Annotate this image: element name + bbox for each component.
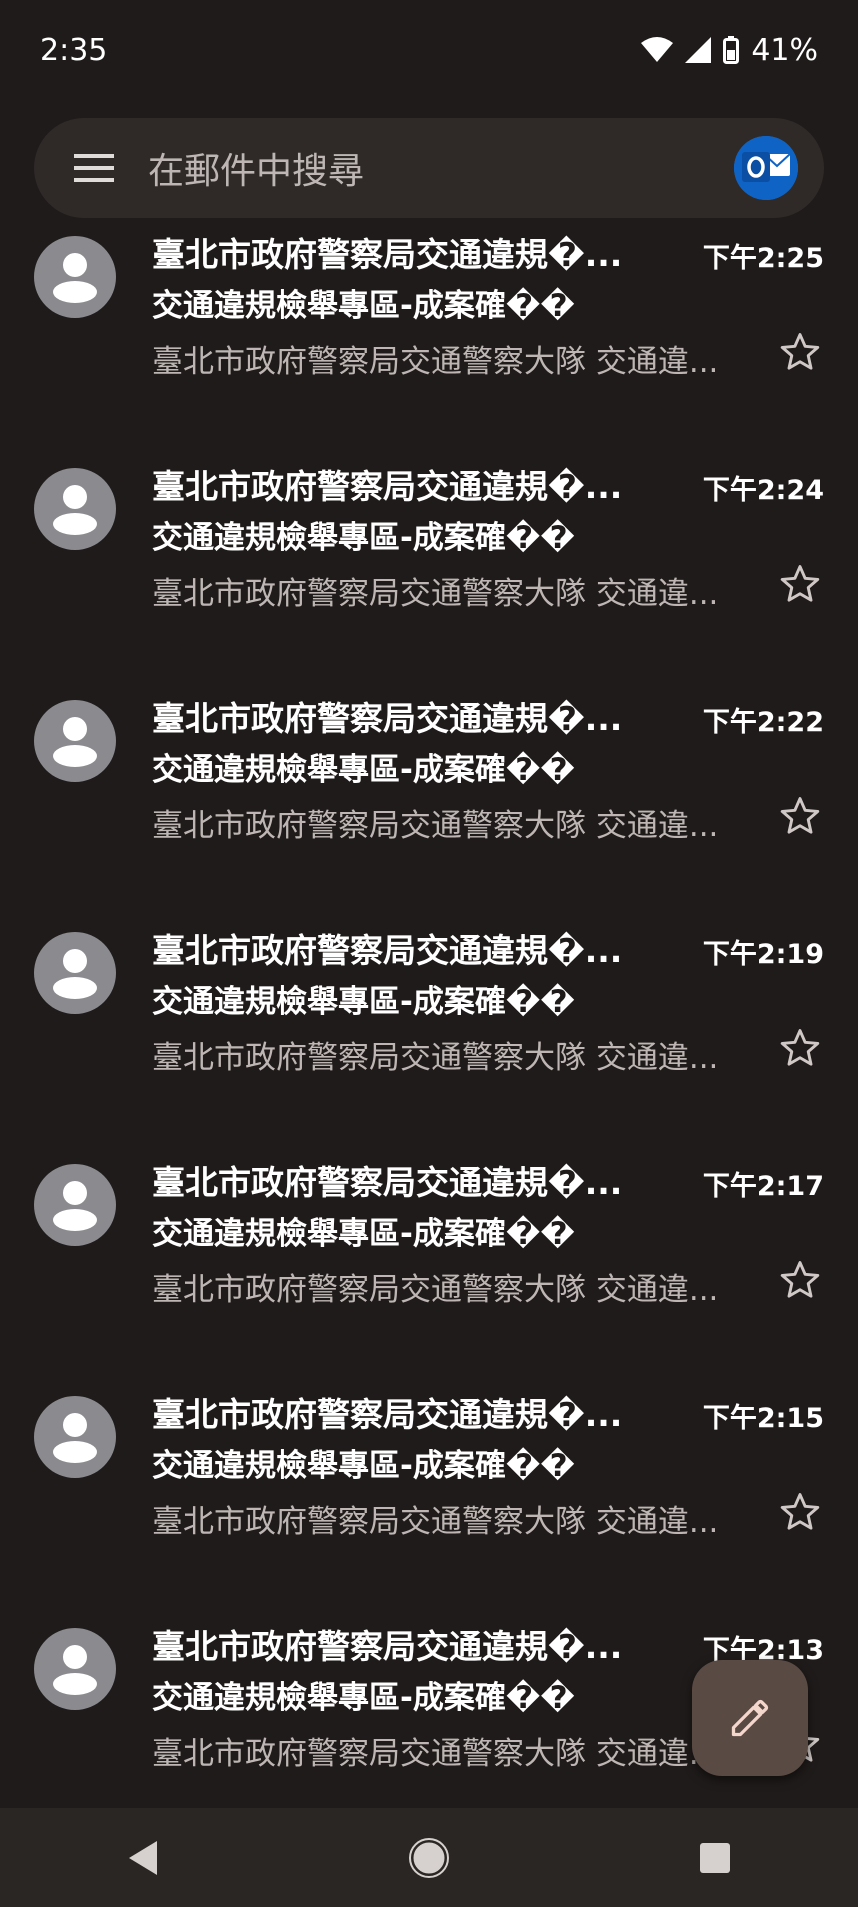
- email-snippet: 臺北市政府警察局交通警察大隊 交通違...: [152, 576, 719, 612]
- email-time: 下午2:24: [702, 475, 824, 506]
- status-icons: 41%: [641, 33, 818, 68]
- person-icon[interactable]: [34, 1396, 116, 1478]
- email-list-item[interactable]: 臺北市政府警察局交通違規�... 下午2:22 交通違規檢舉專區-成案確�� 臺…: [0, 692, 858, 924]
- email-snippet: 臺北市政府警察局交通警察大隊 交通違...: [152, 1040, 719, 1076]
- battery-percent: 41%: [751, 32, 818, 68]
- star-outline-icon[interactable]: [778, 1026, 822, 1070]
- home-button[interactable]: [399, 1828, 459, 1888]
- email-list-item[interactable]: 臺北市政府警察局交通違規�... 下午2:15 交通違規檢舉專區-成案確�� 臺…: [0, 1388, 858, 1620]
- email-time: 下午2:17: [702, 1171, 824, 1202]
- status-bar: 2:35 41%: [0, 0, 858, 100]
- email-time: 下午2:25: [702, 243, 824, 274]
- star-outline-icon[interactable]: [778, 330, 822, 374]
- person-icon[interactable]: [34, 1628, 116, 1710]
- person-icon[interactable]: [34, 1164, 116, 1246]
- email-snippet: 臺北市政府警察局交通警察大隊 交通違...: [152, 808, 719, 844]
- email-subject: 交通違規檢舉專區-成案確��: [152, 752, 575, 788]
- email-sender: 臺北市政府警察局交通違規�...: [152, 699, 623, 736]
- person-icon[interactable]: [34, 932, 116, 1014]
- status-time: 2:35: [40, 32, 108, 68]
- star-outline-icon[interactable]: [778, 1258, 822, 1302]
- email-subject: 交通違規檢舉專區-成案確��: [152, 1216, 575, 1252]
- email-subject: 交通違規檢舉專區-成案確��: [152, 1448, 575, 1484]
- email-list-item[interactable]: 臺北市政府警察局交通違規�... 下午2:24 交通違規檢舉專區-成案確�� 臺…: [0, 460, 858, 692]
- email-time: 下午2:22: [702, 707, 824, 738]
- recents-button[interactable]: [685, 1828, 745, 1888]
- cellular-signal-icon: [685, 37, 712, 63]
- home-circle-icon: [409, 1837, 449, 1878]
- star-outline-icon[interactable]: [778, 562, 822, 606]
- email-sender: 臺北市政府警察局交通違規�...: [152, 931, 623, 968]
- email-subject: 交通違規檢舉專區-成案確��: [152, 984, 575, 1020]
- wifi-icon: [641, 37, 674, 62]
- email-list-item[interactable]: 臺北市政府警察局交通違規�... 下午2:17 交通違規檢舉專區-成案確�� 臺…: [0, 1156, 858, 1388]
- system-navigation-bar: [0, 1808, 858, 1907]
- email-list-item[interactable]: 臺北市政府警察局交通違規�... 下午2:25 交通違規檢舉專區-成案確�� 臺…: [0, 230, 858, 460]
- email-snippet: 臺北市政府警察局交通警察大隊 交通違...: [152, 344, 719, 380]
- email-time: 下午2:19: [702, 939, 824, 970]
- person-icon[interactable]: [34, 236, 116, 318]
- email-subject: 交通違規檢舉專區-成案確��: [152, 288, 575, 324]
- email-snippet: 臺北市政府警察局交通警察大隊 交通違...: [152, 1272, 719, 1308]
- recents-square-icon: [700, 1842, 730, 1873]
- email-subject: 交通違規檢舉專區-成案確��: [152, 520, 575, 556]
- email-sender: 臺北市政府警察局交通違規�...: [152, 467, 623, 504]
- email-time: 下午2:15: [702, 1403, 824, 1434]
- person-icon[interactable]: [34, 468, 116, 550]
- battery-icon: [723, 36, 740, 64]
- compose-button[interactable]: [692, 1660, 808, 1776]
- search-input[interactable]: 在郵件中搜尋: [148, 142, 734, 194]
- email-snippet: 臺北市政府警察局交通警察大隊 交通違...: [152, 1736, 719, 1772]
- back-button[interactable]: [113, 1828, 173, 1888]
- email-sender: 臺北市政府警察局交通違規�...: [152, 1395, 623, 1432]
- account-avatar-outlook-icon[interactable]: [734, 136, 798, 200]
- email-list-item[interactable]: 臺北市政府警察局交通違規�... 下午2:19 交通違規檢舉專區-成案確�� 臺…: [0, 924, 858, 1156]
- search-bar[interactable]: 在郵件中搜尋: [34, 118, 824, 218]
- email-snippet: 臺北市政府警察局交通警察大隊 交通違...: [152, 1504, 719, 1540]
- pencil-icon: [731, 1699, 769, 1737]
- person-icon[interactable]: [34, 700, 116, 782]
- menu-icon[interactable]: [72, 146, 116, 190]
- back-triangle-icon: [129, 1840, 157, 1875]
- email-sender: 臺北市政府警察局交通違規�...: [152, 1163, 623, 1200]
- star-outline-icon[interactable]: [778, 794, 822, 838]
- star-outline-icon[interactable]: [778, 1490, 822, 1534]
- email-list[interactable]: 臺北市政府警察局交通違規�... 下午2:25 交通違規檢舉專區-成案確�� 臺…: [0, 230, 858, 1808]
- email-sender: 臺北市政府警察局交通違規�...: [152, 1627, 623, 1664]
- email-sender: 臺北市政府警察局交通違規�...: [152, 235, 623, 272]
